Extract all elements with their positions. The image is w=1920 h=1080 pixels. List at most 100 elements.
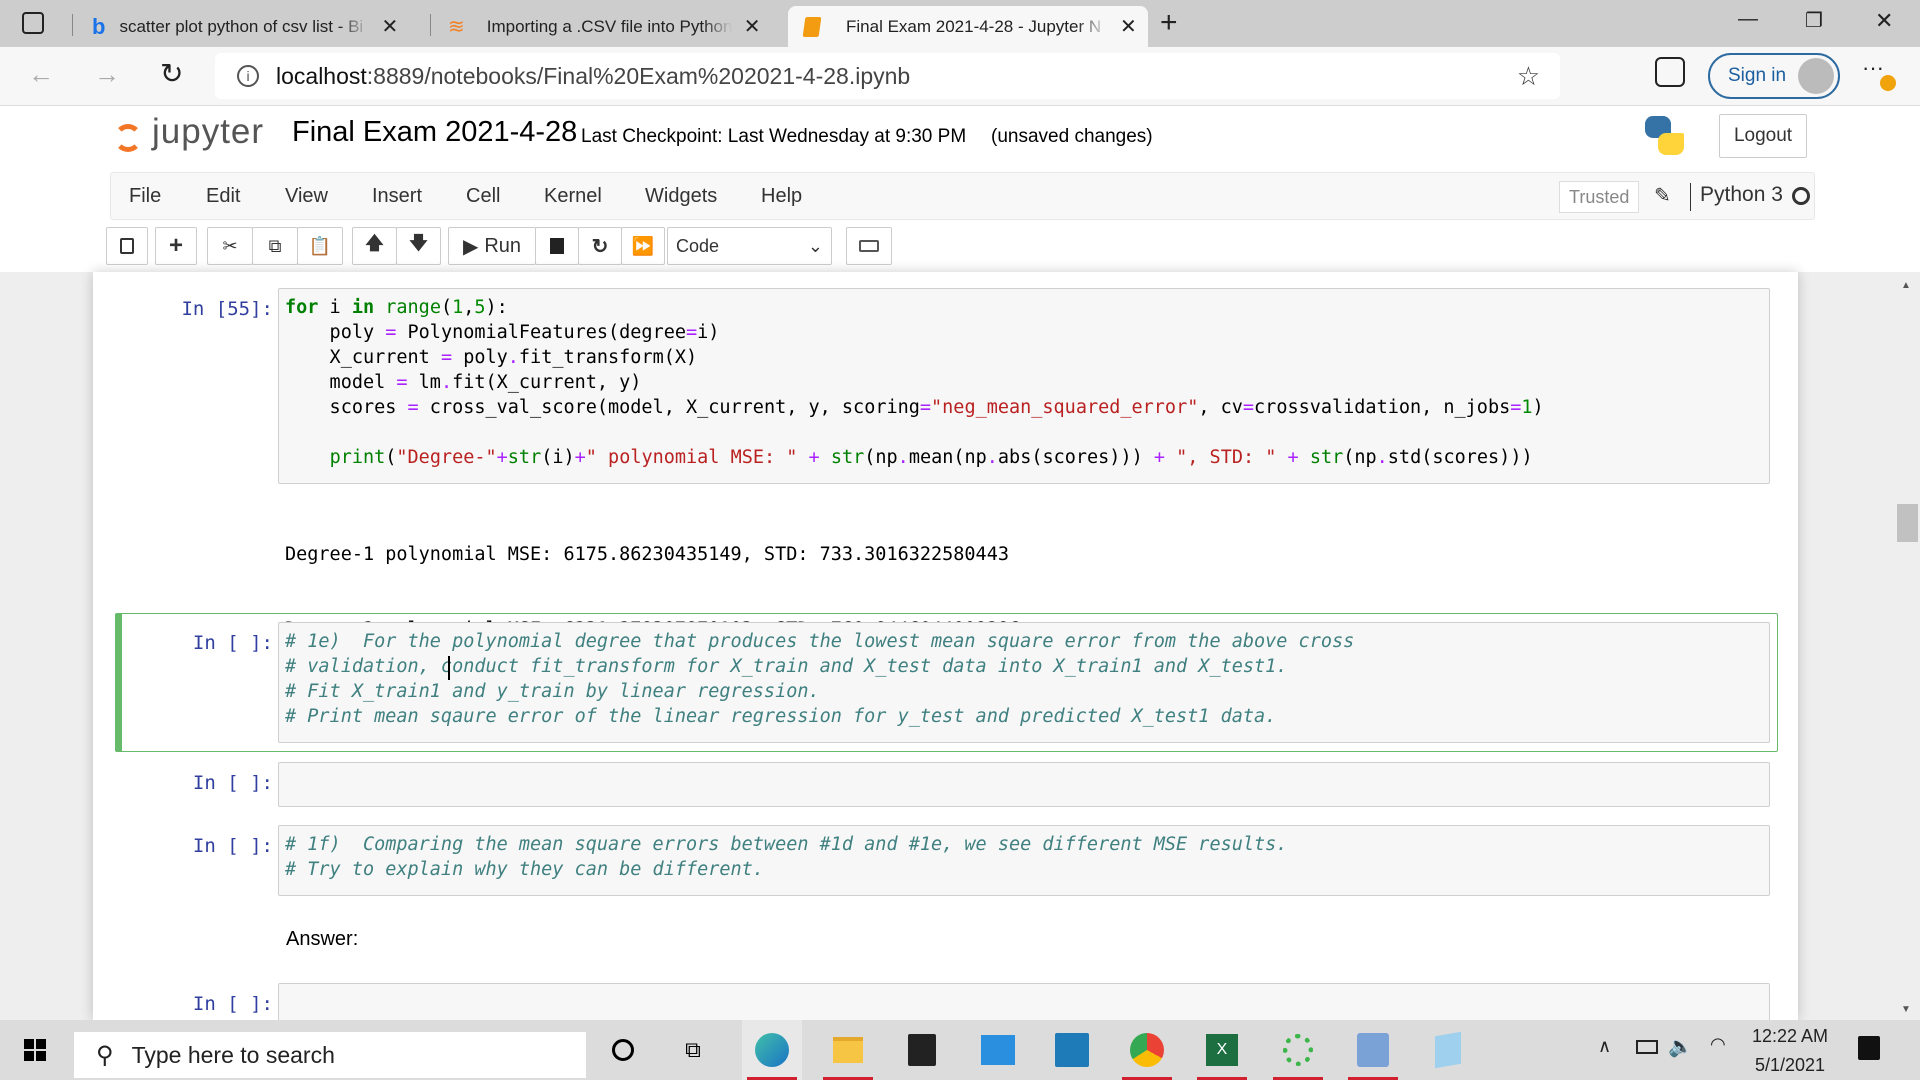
kernel-idle-indicator-icon (1792, 187, 1810, 205)
new-tab-button[interactable]: + (1160, 6, 1178, 40)
menu-cell[interactable]: Cell (466, 185, 500, 208)
taskbar-notepad[interactable] (1418, 1020, 1478, 1080)
close-tab-icon[interactable]: ✕ (381, 14, 398, 39)
taskbar-mail[interactable] (968, 1020, 1028, 1080)
move-up-button[interactable]: 🡅 (352, 227, 397, 265)
notebook-toolbar: + ✂ ⧉ 📋 🡅 🡇 ▶ Run ↻ ⏩ Code ⌄ (0, 222, 1920, 272)
add-favorite-icon[interactable]: ☆ (1517, 61, 1540, 92)
logout-button[interactable]: Logout (1719, 114, 1807, 158)
taskbar-dell[interactable] (1042, 1020, 1102, 1080)
cortana-icon (612, 1039, 634, 1061)
tab-bing[interactable]: b scatter plot python of csv list - Bi ✕ (88, 6, 423, 47)
paste-button[interactable]: 📋 (297, 227, 343, 265)
url-field[interactable]: i localhost:8889/notebooks/Final%20Exam%… (215, 53, 1560, 99)
code-text[interactable]: # 1e) For the polynomial degree that pro… (285, 629, 1354, 729)
move-down-button[interactable]: 🡇 (396, 227, 441, 265)
excel-icon: X (1206, 1034, 1238, 1066)
menu-widgets[interactable]: Widgets (645, 185, 717, 208)
cell-type-select[interactable]: Code ⌄ (667, 227, 832, 265)
stackoverflow-icon: ≋ (448, 16, 465, 38)
chrome-icon (1130, 1033, 1164, 1067)
cortana-button[interactable] (593, 1020, 653, 1080)
settings-more-icon[interactable]: ··· (1862, 55, 1884, 81)
text-cursor (448, 656, 450, 680)
insert-cell-button[interactable]: + (155, 227, 197, 265)
sign-in-button[interactable]: Sign in (1708, 53, 1840, 99)
close-tab-icon[interactable]: ✕ (744, 14, 761, 39)
volume-icon[interactable]: 🔈 (1668, 1034, 1693, 1059)
checkpoint-status: Last Checkpoint: Last Wednesday at 9:30 … (581, 126, 967, 147)
jupyter-book-icon (802, 16, 822, 37)
copy-button[interactable]: ⧉ (252, 227, 298, 265)
show-hidden-icons[interactable]: ∧ (1598, 1036, 1611, 1057)
task-view-button[interactable]: ⧉ (663, 1020, 723, 1080)
interrupt-button[interactable] (535, 227, 579, 265)
jupyter-logo-icon[interactable] (112, 118, 144, 158)
python-logo-icon (1643, 114, 1687, 158)
site-info-icon[interactable]: i (237, 65, 259, 87)
stop-icon (550, 238, 564, 254)
code-cell-input[interactable] (278, 762, 1770, 807)
dell-icon (1055, 1033, 1089, 1067)
collections-icon[interactable] (1655, 57, 1685, 87)
cell-prompt: In [ ]: (192, 993, 273, 1015)
notebook-name[interactable]: Final Exam 2021-4-28 (292, 116, 577, 149)
restore-button[interactable]: ❐ (1805, 8, 1823, 33)
taskbar-excel[interactable]: X (1192, 1020, 1252, 1080)
restart-button[interactable]: ↻ (578, 227, 622, 265)
action-center-icon[interactable] (1858, 1036, 1880, 1060)
menu-view[interactable]: View (285, 185, 328, 208)
tab-jupyter-active[interactable]: Final Exam 2021-4-28 - Jupyter N ✕ (788, 6, 1148, 47)
run-button[interactable]: ▶ Run (448, 227, 536, 265)
markdown-answer[interactable]: Answer: (286, 928, 358, 951)
save-button[interactable] (106, 227, 148, 265)
taskbar-app-ring[interactable] (1268, 1020, 1328, 1080)
taskbar-chrome[interactable] (1117, 1020, 1177, 1080)
scrollbar-thumb[interactable] (1897, 504, 1918, 542)
paste-icon: 📋 (308, 235, 332, 256)
taskbar-edge[interactable] (742, 1020, 802, 1080)
menu-insert[interactable]: Insert (372, 185, 422, 208)
command-palette-button[interactable] (846, 227, 892, 265)
close-window-button[interactable]: ✕ (1875, 8, 1893, 34)
code-text[interactable]: for i in range(1,5): poly = PolynomialFe… (279, 295, 1544, 470)
tab-stackoverflow[interactable]: ≋ Importing a .CSV file into Python ✕ (442, 6, 782, 47)
code-cell-input[interactable]: # 1e) For the polynomial degree that pro… (278, 622, 1770, 743)
back-icon[interactable]: ← (28, 59, 54, 90)
task-view-icon: ⧉ (685, 1037, 701, 1062)
arrow-up-icon: 🡅 (365, 233, 384, 253)
vertical-scrollbar[interactable]: ▲ ▼ (1893, 272, 1920, 1020)
trusted-indicator[interactable]: Trusted (1559, 181, 1640, 213)
taskbar-magnifier[interactable] (1343, 1020, 1403, 1080)
scroll-up-icon[interactable]: ▲ (1901, 280, 1911, 291)
start-button[interactable] (5, 1020, 65, 1080)
menu-help[interactable]: Help (761, 185, 802, 208)
menu-kernel[interactable]: Kernel (544, 185, 602, 208)
battery-icon[interactable] (1636, 1040, 1658, 1054)
scroll-down-icon[interactable]: ▼ (1901, 1004, 1911, 1015)
wifi-icon[interactable]: ◠ (1710, 1034, 1726, 1055)
clock[interactable]: 12:22 AM 5/1/2021 (1750, 1026, 1830, 1076)
menu-edit[interactable]: Edit (206, 185, 240, 208)
jupyter-logo-text[interactable]: jupyter (152, 112, 264, 152)
cut-button[interactable]: ✂ (207, 227, 253, 265)
minimize-button[interactable]: — (1738, 8, 1758, 31)
restart-run-all-button[interactable]: ⏩ (621, 227, 665, 265)
menu-file[interactable]: File (129, 185, 161, 208)
taskbar-search-box[interactable]: ⚲ Type here to search (74, 1032, 586, 1078)
close-tab-icon[interactable]: ✕ (1120, 14, 1137, 39)
green-ring-icon (1283, 1034, 1313, 1066)
refresh-icon[interactable]: ↻ (160, 57, 183, 90)
restart-icon: ↻ (591, 235, 609, 258)
tab-actions-icon[interactable] (22, 12, 44, 34)
mail-icon (981, 1035, 1015, 1065)
taskbar-file-explorer[interactable] (818, 1020, 878, 1080)
code-text[interactable]: # 1f) Comparing the mean square errors b… (285, 832, 1287, 882)
code-cell-input[interactable]: for i in range(1,5): poly = PolynomialFe… (278, 288, 1770, 484)
scissors-icon: ✂ (222, 235, 238, 256)
taskbar-store[interactable] (892, 1020, 952, 1080)
forward-icon[interactable]: → (94, 59, 120, 90)
search-icon: ⚲ (96, 1041, 114, 1069)
menubar: File Edit View Insert Cell Kernel Widget… (110, 172, 1815, 220)
code-cell-input[interactable]: # 1f) Comparing the mean square errors b… (278, 825, 1770, 896)
